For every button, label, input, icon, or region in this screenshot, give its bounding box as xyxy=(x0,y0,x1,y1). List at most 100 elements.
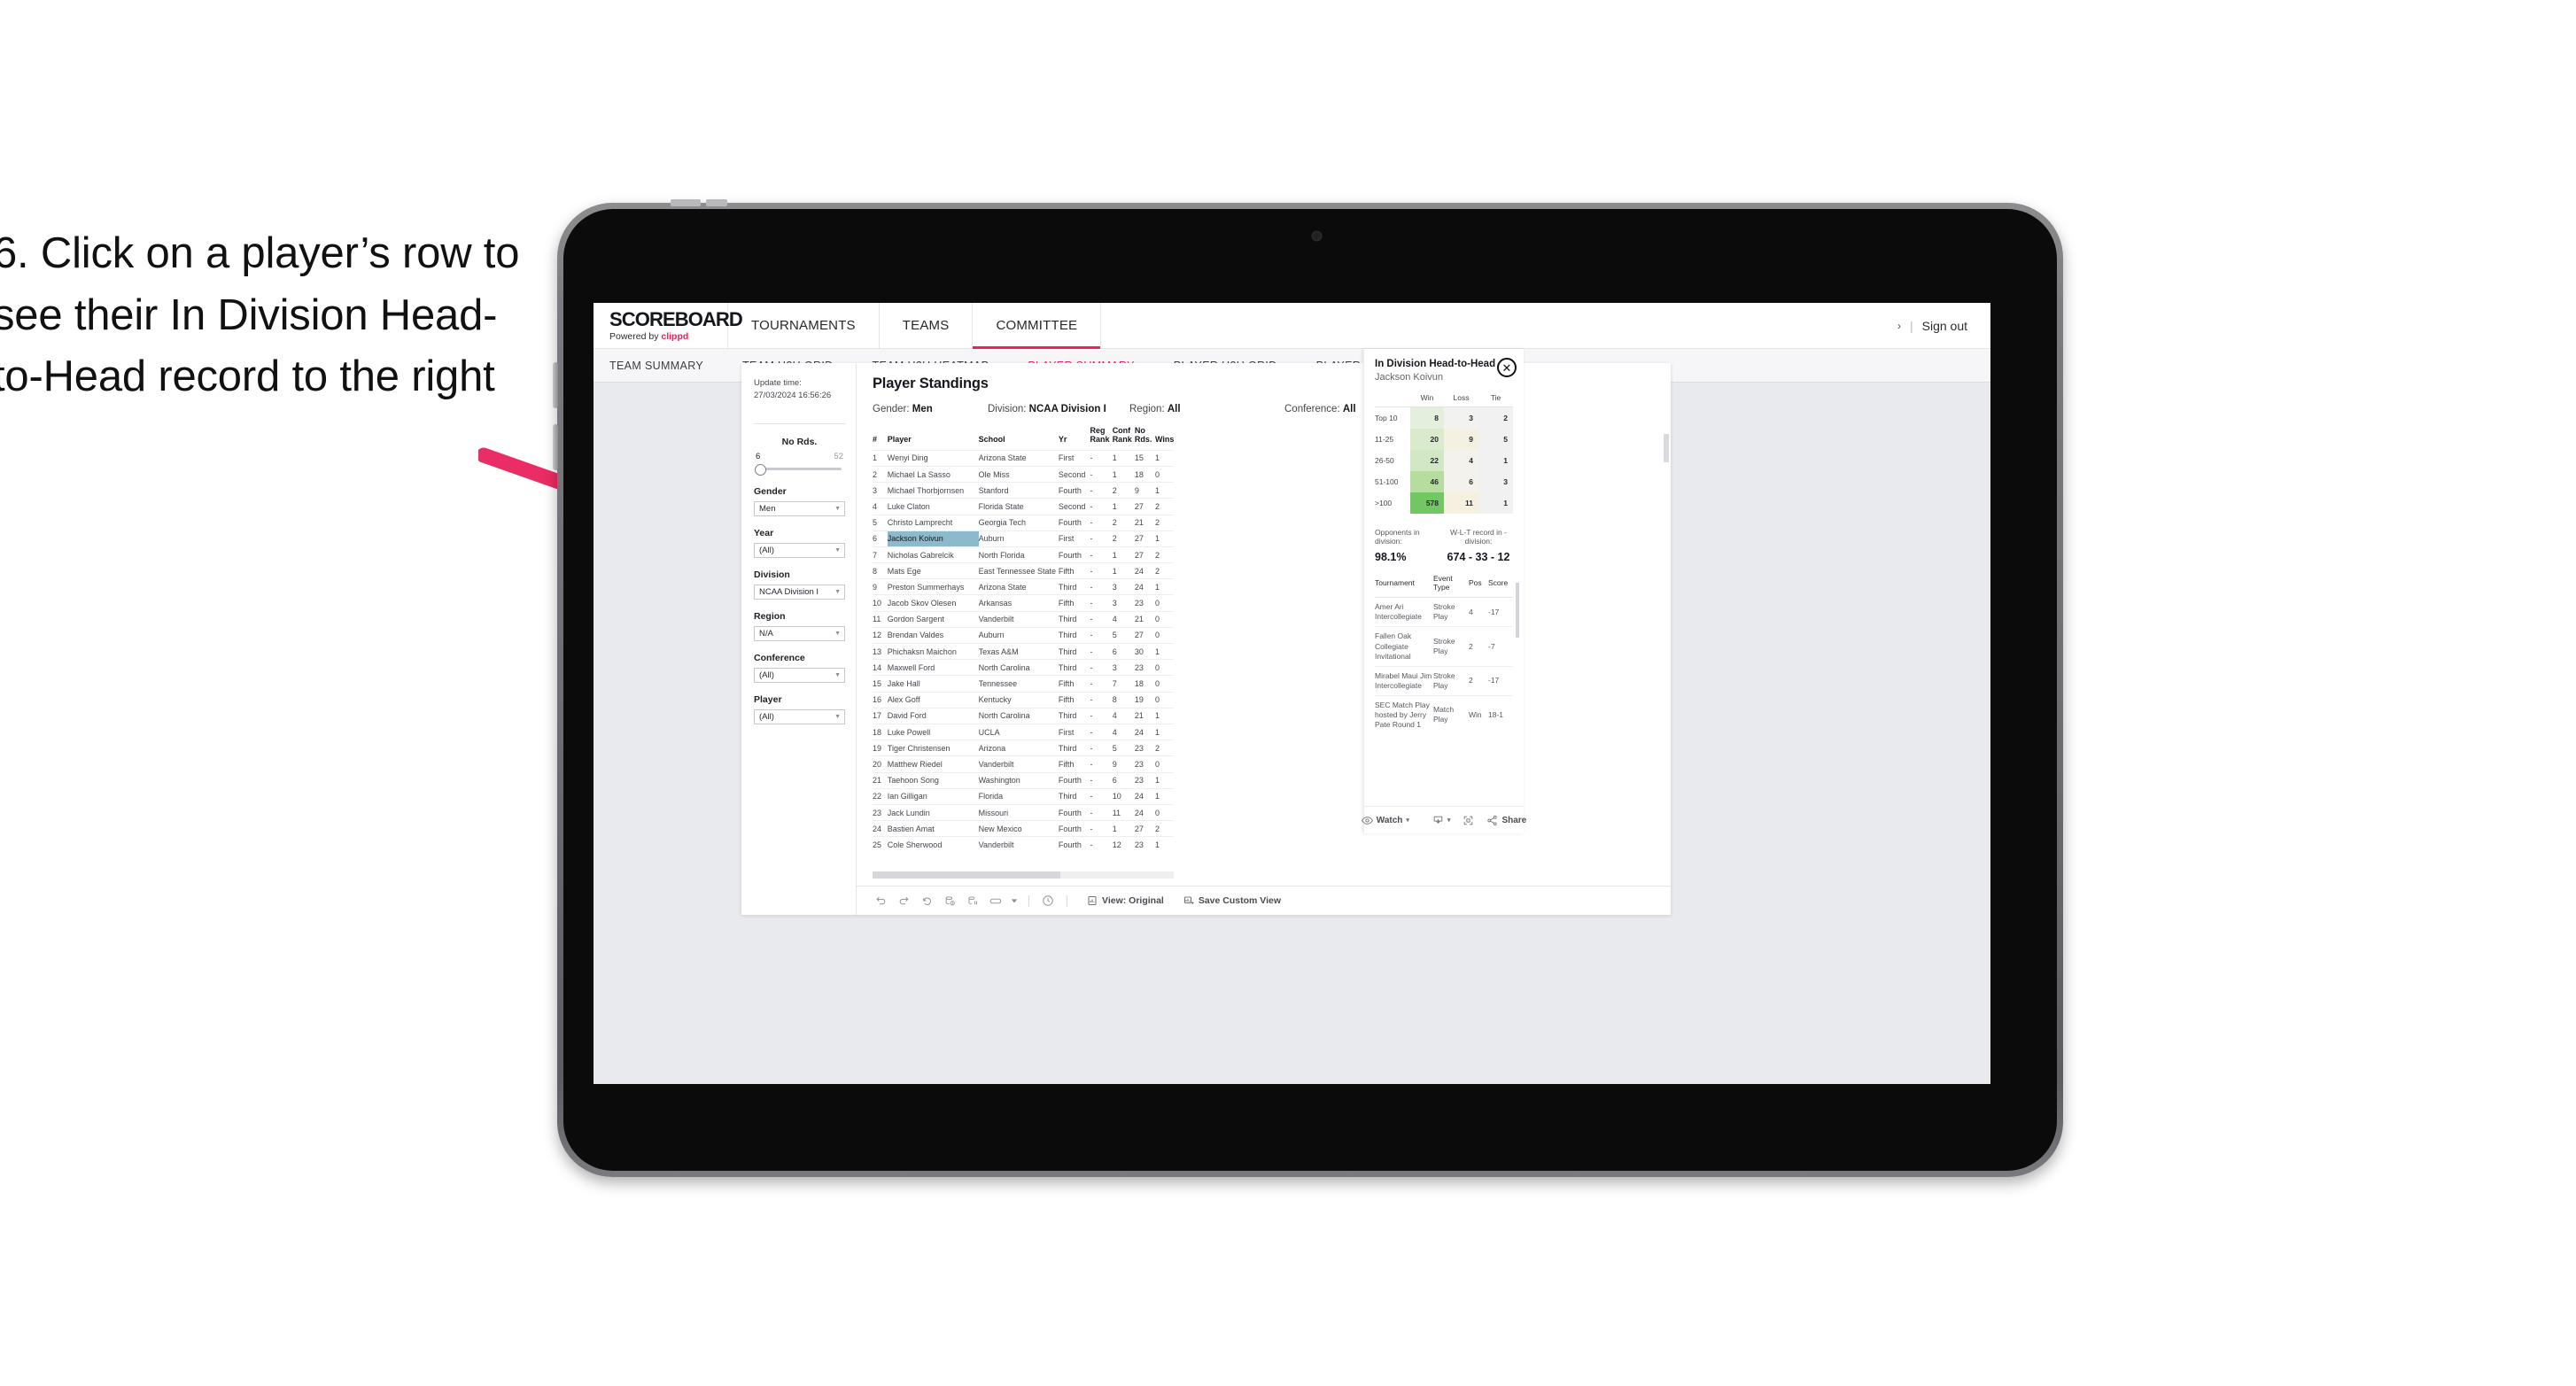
col-header-school[interactable]: School xyxy=(979,427,1059,450)
brand-logo[interactable]: SCOREBOARD Powered by clippd xyxy=(594,303,743,348)
heatmap-cell-win[interactable]: 20 xyxy=(1410,429,1444,451)
refresh-data-icon[interactable] xyxy=(938,891,961,910)
horizontal-scrollbar[interactable] xyxy=(873,871,1174,879)
cell-reg: - xyxy=(1090,546,1113,563)
no-rds-slider[interactable] xyxy=(755,463,842,476)
subnav-item-team-summary[interactable]: TEAM SUMMARY xyxy=(609,360,723,372)
table-row[interactable]: 24 Bastien Amat New Mexico Fourth -1 27 2 xyxy=(873,820,1174,837)
redo-icon[interactable] xyxy=(892,891,915,910)
vertical-scrollbar[interactable] xyxy=(1664,434,1669,462)
col-header-player[interactable]: Player xyxy=(888,427,979,450)
tournament-row[interactable]: SEC Match Play hosted by Jerry Pate Roun… xyxy=(1375,694,1513,734)
view-original-button[interactable]: View: Original xyxy=(1080,895,1171,906)
heatmap-cell-loss[interactable]: 4 xyxy=(1444,450,1478,472)
table-row[interactable]: 19 Tiger Christensen Arizona Third -5 23 2 xyxy=(873,739,1174,756)
table-row[interactable]: 25 Cole Sherwood Vanderbilt Fourth -12 23 1 xyxy=(873,836,1174,853)
table-row[interactable]: 16 Alex Goff Kentucky Fifth -8 19 0 xyxy=(873,691,1174,708)
sign-out-link[interactable]: Sign out xyxy=(1922,319,1967,333)
table-row[interactable]: 11 Gordon Sargent Vanderbilt Third -4 21 0 xyxy=(873,610,1174,628)
table-row[interactable]: 22 Ian Gilligan Florida Third -10 24 1 xyxy=(873,787,1174,805)
table-row[interactable]: 4 Luke Claton Florida State Second -1 27 2 xyxy=(873,498,1174,515)
cell-player: Luke Claton xyxy=(887,498,979,515)
filter-year-select[interactable]: (All) ▼ xyxy=(754,542,845,558)
cell-num: 9 xyxy=(873,578,888,595)
table-row[interactable]: 2 Michael La Sasso Ole Miss Second -1 18 0 xyxy=(873,465,1174,483)
undo-icon[interactable] xyxy=(869,891,892,910)
col-header-[interactable]: # xyxy=(873,427,888,450)
heatmap-cell-loss[interactable]: 6 xyxy=(1444,471,1478,493)
table-row[interactable]: 21 Taehoon Song Washington Fourth -6 23 1 xyxy=(873,771,1174,789)
download-button[interactable]: ▾ xyxy=(1426,815,1457,826)
watch-button[interactable]: Watch ▾ xyxy=(1355,816,1416,825)
filter-region-select[interactable]: N/A ▼ xyxy=(754,625,845,641)
heatmap-cell-loss[interactable]: 11 xyxy=(1444,492,1478,515)
table-row[interactable]: 8 Mats Ege East Tennessee State Fifth -1 24 2 xyxy=(873,562,1174,579)
cell-num: 10 xyxy=(873,594,888,612)
cell-num: 21 xyxy=(873,771,888,789)
filter-conference-select[interactable]: (All) ▼ xyxy=(754,667,845,683)
table-row[interactable]: 18 Luke Powell UCLA First -4 24 1 xyxy=(873,723,1174,740)
share-button[interactable]: Share xyxy=(1480,815,1532,826)
cell-yr: Third xyxy=(1058,610,1090,628)
heatmap-cell-loss[interactable]: 3 xyxy=(1444,407,1478,430)
filter-player-select[interactable]: (All) ▼ xyxy=(754,708,845,724)
table-row[interactable]: 12 Brendan Valdes Auburn Third -5 27 0 xyxy=(873,626,1174,644)
topnav-item-teams[interactable]: TEAMS xyxy=(880,303,974,348)
revert-icon[interactable] xyxy=(915,891,938,910)
cell-yr: Fifth xyxy=(1058,691,1090,708)
table-row[interactable]: 9 Preston Summerhays Arizona State Third -3 2… xyxy=(873,578,1174,595)
heatmap-cell-tie[interactable]: 1 xyxy=(1478,450,1513,472)
chevron-right-icon[interactable]: › xyxy=(1897,320,1901,332)
heatmap-cell-tie[interactable]: 1 xyxy=(1478,492,1513,515)
filter-division-select[interactable]: NCAA Division I ▼ xyxy=(754,584,845,600)
pause-refresh-icon[interactable] xyxy=(961,891,984,910)
table-row[interactable]: 10 Jacob Skov Olesen Arkansas Fifth -3 23 0 xyxy=(873,594,1174,612)
table-row[interactable]: 20 Matthew Riedel Vanderbilt Fifth -9 23 0 xyxy=(873,755,1174,773)
cell-player: Brendan Valdes xyxy=(887,626,979,644)
col-header-reg-rank[interactable]: Reg Rank xyxy=(1090,426,1113,450)
horizontal-scrollbar-thumb[interactable] xyxy=(873,871,1060,879)
table-row[interactable]: 3 Michael Thorbjornsen Stanford Fourth -2 9 1 xyxy=(873,482,1174,499)
heatmap-cell-win[interactable]: 8 xyxy=(1410,407,1444,430)
table-row[interactable]: 23 Jack Lundin Missouri Fourth -11 24 0 xyxy=(873,803,1174,821)
table-row[interactable]: 7 Nicholas Gabrelcik North Florida Fourth -1… xyxy=(873,546,1174,563)
cell-yr: Third xyxy=(1058,578,1090,595)
heatmap-cell-tie[interactable]: 3 xyxy=(1478,471,1513,493)
heatmap-cell-loss[interactable]: 9 xyxy=(1444,429,1478,451)
table-row[interactable]: 1 Wenyi Ding Arizona State First -1 15 1 xyxy=(873,449,1174,467)
caret-down-icon[interactable] xyxy=(1007,891,1021,910)
tournament-scrollbar[interactable] xyxy=(1516,583,1519,639)
no-rds-slider-handle[interactable] xyxy=(755,463,766,476)
workbook-card: Update time: 27/03/2024 16:56:26 No Rds.… xyxy=(741,363,1671,915)
table-row[interactable]: 15 Jake Hall Tennessee Fifth -7 18 0 xyxy=(873,675,1174,693)
h2h-footer-toolbar: Watch ▾ ▾ Share xyxy=(1361,806,1526,833)
col-header-wins[interactable]: Wins xyxy=(1155,427,1174,450)
topnav-item-committee[interactable]: COMMITTEE xyxy=(973,303,1102,349)
cell-conf: 5 xyxy=(1112,739,1135,756)
tournament-row[interactable]: Amer Ari Intercollegiate Stroke Play 4 -17 xyxy=(1375,597,1513,627)
table-row[interactable]: 13 Phichaksn Maichon Texas A&M Third -6 30 1 xyxy=(873,643,1174,660)
fullscreen-button[interactable] xyxy=(1456,815,1480,826)
col-header-no-rds[interactable]: No Rds. xyxy=(1135,426,1155,450)
topnav-item-tournaments[interactable]: TOURNAMENTS xyxy=(728,303,880,348)
table-row[interactable]: 17 David Ford North Carolina Third -4 21 1 xyxy=(873,707,1174,724)
heatmap-cell-win[interactable]: 46 xyxy=(1410,471,1444,493)
save-custom-view-button[interactable]: Save Custom View xyxy=(1176,895,1288,906)
col-header-yr[interactable]: Yr xyxy=(1059,427,1090,450)
heatmap-cell-tie[interactable]: 5 xyxy=(1478,429,1513,451)
filter-gender-select[interactable]: Men ▼ xyxy=(754,500,845,516)
table-row[interactable]: 14 Maxwell Ford North Carolina Third -3 23 0 xyxy=(873,659,1174,676)
tournament-row[interactable]: Fallen Oak Collegiate Invitational Stroke… xyxy=(1375,626,1513,667)
heatmap-cell-win[interactable]: 578 xyxy=(1410,492,1444,515)
cell-conf: 4 xyxy=(1112,723,1135,740)
heatmap-cell-win[interactable]: 22 xyxy=(1410,450,1444,472)
close-icon[interactable]: ✕ xyxy=(1497,358,1517,377)
clock-icon[interactable] xyxy=(1036,891,1059,910)
pill-icon[interactable] xyxy=(984,891,1007,910)
tournament-row[interactable]: Mirabel Maui Jim Intercollegiate Stroke P… xyxy=(1375,665,1513,696)
top-navigation-bar: SCOREBOARD Powered by clippd TOURNAMENTS… xyxy=(594,303,1990,349)
table-row[interactable]: 5 Christo Lamprecht Georgia Tech Fourth -2 21… xyxy=(873,514,1174,531)
col-header-conf-rank[interactable]: Conf Rank xyxy=(1113,426,1135,450)
table-row[interactable]: 6 Jackson Koivun Auburn First -2 27 1 xyxy=(873,530,1174,547)
heatmap-cell-tie[interactable]: 2 xyxy=(1478,407,1513,430)
